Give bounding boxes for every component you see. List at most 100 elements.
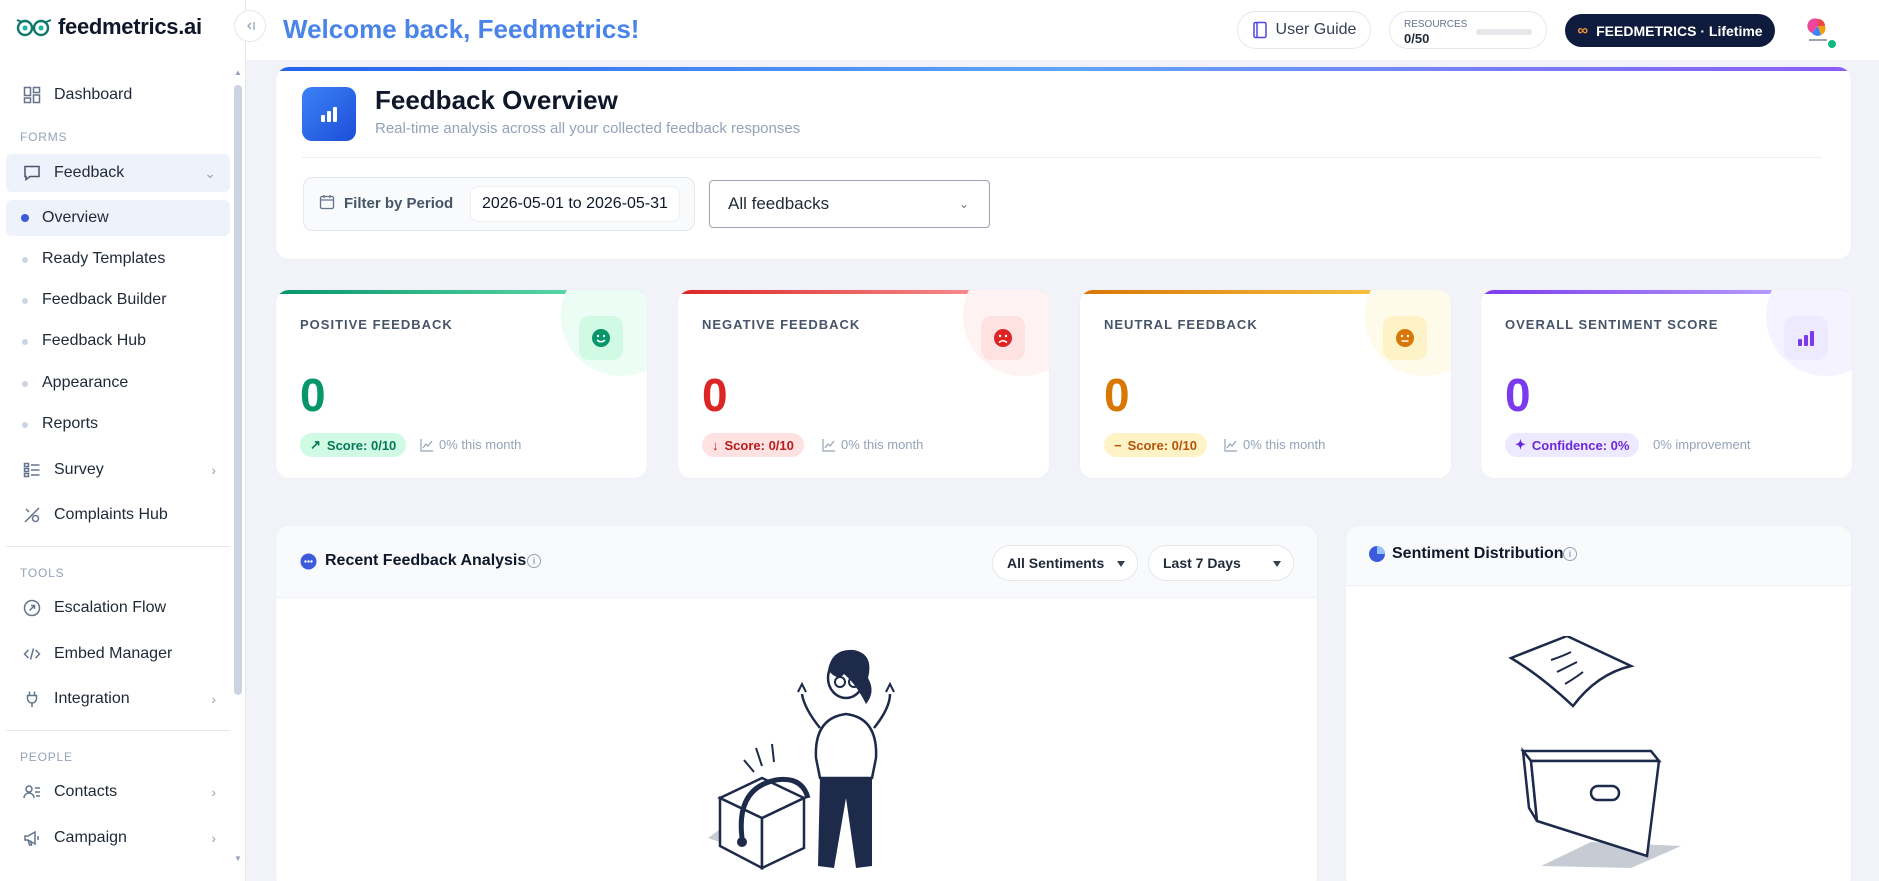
info-icon[interactable]: i bbox=[527, 554, 541, 568]
score-text: Score: 0/10 bbox=[724, 437, 794, 453]
sidebar-item-contacts[interactable]: Contacts › bbox=[6, 773, 230, 811]
resources-label: RESOURCES bbox=[1404, 19, 1468, 30]
chevron-down-icon: ⌄ bbox=[204, 164, 216, 181]
sidebar-item-label: Dashboard bbox=[54, 86, 133, 103]
sentiment-distribution-panel: Sentiment Distribution i bbox=[1345, 525, 1852, 881]
page-subtitle: Real-time analysis across all your colle… bbox=[375, 120, 801, 137]
sidebar-subitem-label: Overview bbox=[42, 209, 109, 226]
stat-value: 0 bbox=[1104, 369, 1130, 421]
sidebar-item-complaints-hub[interactable]: Complaints Hub bbox=[6, 496, 230, 534]
owl-logo-icon bbox=[16, 19, 52, 37]
bullet-icon bbox=[22, 339, 28, 345]
info-icon[interactable]: i bbox=[1563, 547, 1577, 561]
brand-logo[interactable]: feedmetrics.ai bbox=[16, 14, 202, 40]
section-label-people: PEOPLE bbox=[20, 750, 73, 764]
calendar-icon bbox=[319, 195, 335, 210]
stat-label: POSITIVE FEEDBACK bbox=[300, 317, 453, 332]
confidence-text: Confidence: 0% bbox=[1531, 437, 1630, 453]
card-accent-bar bbox=[276, 67, 1851, 71]
infinity-icon: ∞ bbox=[1577, 22, 1589, 39]
user-guide-button[interactable]: User Guide bbox=[1237, 11, 1371, 49]
empty-state-illustration bbox=[708, 649, 895, 871]
stat-label: NEGATIVE FEEDBACK bbox=[702, 317, 861, 332]
plan-label: FEEDMETRICS · Lifetime bbox=[1596, 22, 1763, 39]
sidebar-subitem-appearance[interactable]: Appearance bbox=[6, 365, 230, 401]
sidebar-collapse-button[interactable] bbox=[234, 10, 266, 42]
stat-value: 0 bbox=[1505, 369, 1531, 421]
positive-feedback-card: POSITIVE FEEDBACK 0 ↗ Score: 0/10 0% thi… bbox=[275, 289, 648, 479]
section-label-forms: FORMS bbox=[20, 130, 68, 144]
sidebar-subitem-feedback-builder[interactable]: Feedback Builder bbox=[6, 282, 230, 318]
resources-progress-bar bbox=[1476, 29, 1532, 35]
frown-icon bbox=[981, 316, 1025, 360]
sidebar-divider bbox=[6, 730, 230, 731]
scroll-up-arrow[interactable]: ▲ bbox=[234, 68, 242, 77]
resources-value: 0/50 bbox=[1404, 31, 1430, 46]
sidebar-item-label: Feedback bbox=[54, 164, 125, 181]
score-badge: ↗ Score: 0/10 bbox=[300, 433, 407, 457]
contacts-icon bbox=[22, 782, 42, 802]
brand-name: feedmetrics.ai bbox=[58, 14, 202, 39]
plan-badge-button[interactable]: ∞ FEEDMETRICS · Lifetime bbox=[1565, 14, 1775, 47]
sentiment-score-card: OVERALL SENTIMENT SCORE 0 ✦ Confidence: … bbox=[1480, 289, 1853, 479]
panel-title: Sentiment Distribution bbox=[1392, 545, 1564, 562]
sentiment-filter-dropdown[interactable]: All Sentiments bbox=[992, 545, 1138, 581]
chevron-right-icon: › bbox=[211, 830, 216, 846]
sidebar-subitem-label: Ready Templates bbox=[42, 250, 166, 267]
feedback-select-value: All feedbacks bbox=[728, 194, 830, 213]
trend-text: 0% improvement bbox=[1653, 437, 1751, 452]
sidebar-subitem-label: Feedback Builder bbox=[42, 291, 167, 308]
empty-box-illustration bbox=[1508, 636, 1681, 868]
sidebar-item-survey[interactable]: Survey › bbox=[6, 451, 230, 489]
score-text: Score: 0/10 bbox=[1127, 437, 1197, 453]
sidebar-subitem-overview[interactable]: Overview bbox=[6, 200, 230, 236]
period-filter-dropdown[interactable]: Last 7 Days bbox=[1148, 545, 1294, 581]
trend-info: 0% this month bbox=[822, 437, 923, 452]
list-checks-icon bbox=[22, 460, 42, 480]
sidebar-item-integration[interactable]: Integration › bbox=[6, 680, 230, 718]
neutral-face-icon bbox=[1383, 316, 1427, 360]
date-range-picker[interactable]: 2026-05-01 to 2026-05-31 bbox=[470, 186, 680, 222]
bullet-icon bbox=[22, 298, 28, 304]
pie-chart-icon bbox=[1369, 546, 1385, 562]
score-text: Score: 0/10 bbox=[326, 437, 397, 453]
sidebar-item-label: Embed Manager bbox=[54, 645, 173, 662]
code-icon bbox=[22, 644, 42, 664]
sidebar-item-campaign[interactable]: Campaign › bbox=[6, 819, 230, 857]
sidebar: feedmetrics.ai Dashboard FORMS Feedback … bbox=[0, 0, 246, 881]
welcome-heading: Welcome back, Feedmetrics! bbox=[283, 14, 640, 44]
caret-down-icon bbox=[1273, 561, 1281, 567]
sidebar-item-label: Complaints Hub bbox=[54, 506, 168, 523]
line-chart-icon bbox=[1224, 438, 1237, 452]
arrow-circle-icon bbox=[22, 598, 42, 618]
sidebar-subitem-label: Appearance bbox=[42, 374, 129, 391]
bullet-icon bbox=[22, 381, 28, 387]
stat-value: 0 bbox=[300, 369, 326, 421]
sidebar-subitem-label: Feedback Hub bbox=[42, 332, 147, 349]
sidebar-item-escalation-flow[interactable]: Escalation Flow bbox=[6, 589, 230, 627]
sidebar-item-label: Survey bbox=[54, 461, 104, 478]
scroll-down-arrow[interactable]: ▼ bbox=[234, 854, 242, 863]
online-status-dot bbox=[1826, 38, 1838, 50]
dashboard-icon bbox=[22, 85, 42, 105]
sidebar-item-feedback[interactable]: Feedback ⌄ bbox=[6, 154, 230, 192]
score-badge: ↓ Score: 0/10 bbox=[702, 433, 804, 457]
recent-feedback-panel: Recent Feedback Analysis i All Sentiment… bbox=[275, 525, 1318, 881]
page-title: Feedback Overview bbox=[375, 85, 618, 115]
sidebar-item-label: Integration bbox=[54, 690, 130, 707]
sidebar-subitem-reports[interactable]: Reports bbox=[6, 406, 230, 442]
sentiment-filter-value: All Sentiments bbox=[1007, 555, 1105, 571]
trend-info: 0% improvement bbox=[1653, 437, 1751, 452]
collapse-icon bbox=[247, 22, 255, 30]
sidebar-item-embed-manager[interactable]: Embed Manager bbox=[6, 635, 230, 673]
resources-indicator[interactable]: RESOURCES 0/50 bbox=[1389, 11, 1547, 49]
feedback-select[interactable]: All feedbacks ⌄ bbox=[709, 180, 990, 228]
sidebar-item-dashboard[interactable]: Dashboard bbox=[6, 76, 230, 114]
sidebar-subitem-feedback-hub[interactable]: Feedback Hub bbox=[6, 323, 230, 359]
stat-label: NEUTRAL FEEDBACK bbox=[1104, 317, 1258, 332]
user-guide-label: User Guide bbox=[1275, 21, 1357, 38]
sidebar-scrollbar[interactable] bbox=[234, 85, 242, 695]
stat-value: 0 bbox=[702, 369, 728, 421]
sidebar-subitem-ready-templates[interactable]: Ready Templates bbox=[6, 241, 230, 277]
trend-text: 0% this month bbox=[841, 437, 924, 452]
